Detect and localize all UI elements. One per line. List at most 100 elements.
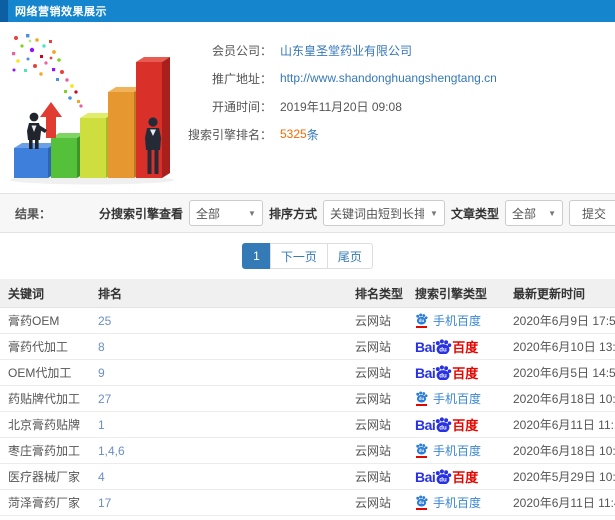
mobile-baidu-paw-icon: du [415, 313, 428, 328]
rank-cell[interactable]: 8 [90, 340, 347, 354]
info-row-company: 会员公司： 山东皇圣堂药业有限公司 [182, 36, 615, 64]
baidu-logo: Bai du 百度 [415, 339, 478, 354]
mobile-baidu-label: 手机百度 [433, 392, 482, 406]
bar-chart-illustration [0, 22, 182, 193]
article-type-select[interactable]: 全部 ▼ [504, 200, 563, 226]
results-table: 关键词 排名 排名类型 搜索引擎类型 最新更新时间 膏药OEM 25 云网站 d… [0, 279, 615, 516]
table-row: 枣庄膏药加工 1,4,6 云网站 du 手机百度 2020年6月18日 10 [0, 438, 615, 464]
rank-cell[interactable]: 1,4,6 [90, 444, 347, 458]
rank-cell[interactable]: 27 [90, 392, 347, 406]
pagination: 1 下一页 尾页 [0, 233, 615, 279]
rank-type-cell: 云网站 [355, 366, 392, 380]
baidu-logo-latin: Bai [415, 339, 436, 354]
filter-controls: 分搜索引擎查看 全部 ▼ 排序方式 关键词由短到长排序 ▼ 文章类型 全部 ▼ … [99, 200, 615, 226]
keyword-cell: 北京膏药贴牌 [8, 418, 81, 432]
updated-cell: 2020年6月5日 14:57 [513, 366, 615, 380]
svg-text:du: du [419, 500, 425, 505]
mobile-baidu-logo: du 手机百度 [415, 494, 481, 511]
baidu-logo-latin: Bai [415, 365, 436, 380]
rank-cell[interactable]: 9 [90, 366, 347, 380]
company-label: 会员公司： [211, 43, 272, 58]
engine-cell: du 手机百度 [407, 494, 505, 511]
header-rank: 排名 [98, 286, 123, 301]
rank-type-cell: 云网站 [355, 418, 392, 432]
article-type-label: 文章类型 [450, 206, 499, 221]
baidu-logo-latin: Bai [415, 469, 436, 484]
baidu-logo-cn: 百度 [452, 340, 479, 354]
keyword-cell: OEM代加工 [8, 366, 72, 380]
baidu-paw-icon: du [436, 469, 452, 484]
mobile-baidu-paw-icon: du [415, 391, 428, 406]
baidu-paw-icon: du [436, 365, 452, 380]
keyword-cell: 膏药代加工 [8, 340, 69, 354]
rank-type-cell: 云网站 [355, 314, 392, 328]
header-updated: 最新更新时间 [513, 286, 586, 301]
engine-cell: Bai du 百度 [407, 339, 505, 354]
keyword-cell: 药贴牌代加工 [8, 392, 81, 406]
table-row: 菏泽膏药厂家 17 云网站 du 手机百度 2020年6月11日 11: [0, 490, 615, 516]
baidu-logo-cn: 百度 [452, 470, 479, 484]
table-header-row: 关键词 排名 排名类型 搜索引擎类型 最新更新时间 [0, 279, 615, 308]
company-name-link[interactable]: 山东皇圣堂药业有限公司 [280, 42, 412, 59]
result-label: 结果： [15, 206, 52, 221]
caret-down-icon: ▼ [248, 208, 256, 218]
svg-text:du: du [419, 448, 425, 453]
svg-text:du: du [440, 424, 448, 431]
header-engine-type: 搜索引擎类型 [415, 286, 488, 301]
rank-cell[interactable]: 25 [90, 314, 347, 328]
baidu-paw-icon: du [436, 417, 452, 432]
rank-cell[interactable]: 4 [90, 470, 347, 484]
mobile-baidu-label: 手机百度 [433, 444, 482, 458]
engine-cell: du 手机百度 [407, 390, 505, 407]
filter-bar: 结果： 分搜索引擎查看 全部 ▼ 排序方式 关键词由短到长排序 ▼ 文章类型 全… [0, 193, 615, 233]
info-row-opened: 开通时间： 2019年11月20日 09:08 [182, 92, 615, 120]
table-row: 膏药OEM 25 云网站 du 手机百度 2020年6月9日 17:50 [0, 308, 615, 334]
updated-cell: 2020年6月11日 11:40 [513, 496, 615, 510]
keyword-cell: 医疗器械厂家 [8, 470, 81, 484]
rank-cell[interactable]: 1 [90, 418, 347, 432]
mobile-baidu-logo: du 手机百度 [415, 442, 481, 459]
rank-cell[interactable]: 17 [90, 496, 347, 510]
baidu-logo: Bai du 百度 [415, 469, 478, 484]
keyword-cell: 膏药OEM [8, 314, 60, 328]
table-body: 膏药OEM 25 云网站 du 手机百度 2020年6月9日 17:50 膏药代… [0, 308, 615, 516]
topbar-accent [0, 0, 8, 22]
rank-type-cell: 云网站 [355, 496, 392, 510]
updated-cell: 2020年5月29日 10:32 [513, 470, 615, 484]
sort-filter-label: 排序方式 [268, 206, 317, 221]
topbar: 网络营销效果展示 [0, 0, 615, 22]
svg-text:du: du [440, 476, 448, 483]
info-row-url: 推广地址： http://www.shandonghuangshengtang.… [182, 64, 615, 92]
sort-select[interactable]: 关键词由短到长排序 ▼ [322, 200, 445, 226]
mobile-baidu-logo: du 手机百度 [415, 312, 481, 329]
bar-green [51, 133, 85, 178]
promo-url-label: 推广地址： [211, 71, 272, 86]
svg-text:du: du [440, 346, 448, 353]
svg-text:du: du [440, 372, 448, 379]
baidu-paw-icon: du [436, 339, 452, 354]
engine-cell: Bai du 百度 [407, 417, 505, 432]
table-row: 医疗器械厂家 4 云网站 Bai du 百度 2020年5月29日 10:32 [0, 464, 615, 490]
table-row: OEM代加工 9 云网站 Bai du 百度 2020年6月5日 14:57 [0, 360, 615, 386]
mobile-baidu-paw-icon: du [415, 443, 428, 458]
company-info: 会员公司： 山东皇圣堂药业有限公司 推广地址： http://www.shand… [182, 22, 615, 193]
page-current[interactable]: 1 [242, 243, 271, 269]
up-arrow [40, 102, 62, 138]
mobile-baidu-label: 手机百度 [433, 314, 482, 328]
table-row: 北京膏药贴牌 1 云网站 Bai du 百度 2020年6月11日 11:18 [0, 412, 615, 438]
page-next-button[interactable]: 下一页 [269, 243, 328, 269]
submit-button[interactable]: 提交 [568, 200, 615, 226]
keyword-cell: 枣庄膏药加工 [8, 444, 81, 458]
promo-url-link[interactable]: http://www.shandonghuangshengtang.cn [280, 71, 497, 85]
table-row: 膏药代加工 8 云网站 Bai du 百度 2020年6月10日 13:40 [0, 334, 615, 360]
updated-cell: 2020年6月10日 13:40 [513, 340, 615, 354]
updated-cell: 2020年6月9日 17:50 [513, 314, 615, 328]
page-last-button[interactable]: 尾页 [326, 243, 373, 269]
engine-cell: Bai du 百度 [407, 469, 505, 484]
table-row: 药贴牌代加工 27 云网站 du 手机百度 2020年6月18日 10 [0, 386, 615, 412]
baidu-logo-latin: Bai [415, 417, 436, 432]
engine-cell: Bai du 百度 [407, 365, 505, 380]
engine-select[interactable]: 全部 ▼ [188, 200, 263, 226]
rank-type-cell: 云网站 [355, 392, 392, 406]
header-rank-type: 排名类型 [355, 286, 404, 301]
